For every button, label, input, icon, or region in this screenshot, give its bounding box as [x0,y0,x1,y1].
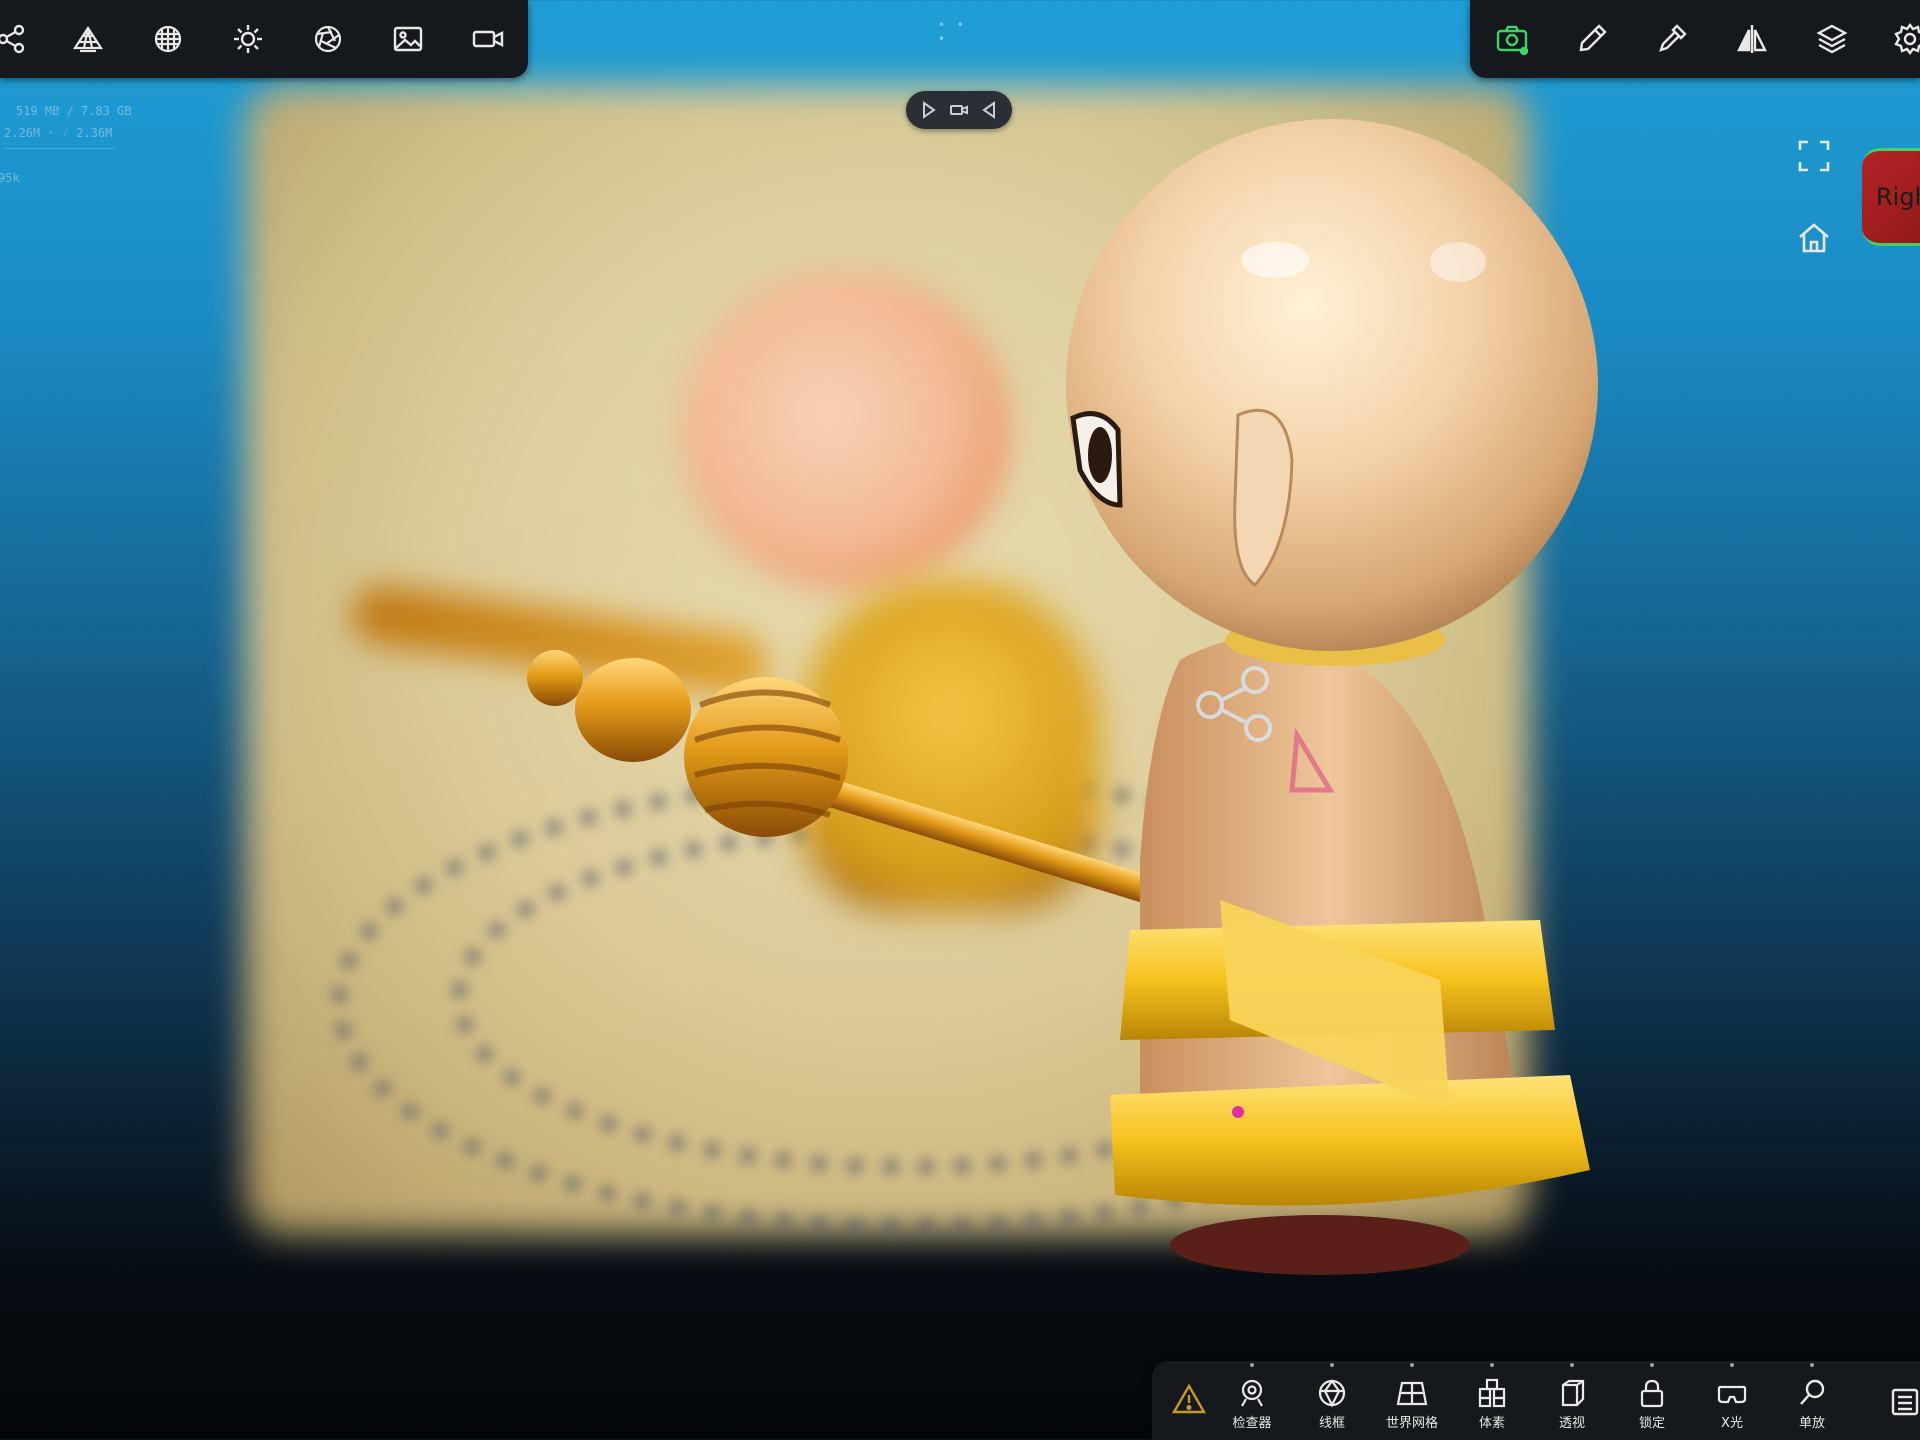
bottom-toolbar: 检查器 线框 世界网格 体素 透视 锁定 X光 单放 [1152,1361,1920,1440]
sculpt-mesh-icon[interactable] [68,19,108,59]
pivot-point[interactable] [1232,1106,1244,1118]
perspective-label: 透视 [1558,1416,1585,1431]
indicator-dot [1410,1363,1414,1367]
xray-label: X光 [1721,1416,1743,1431]
staff-ornament-small [575,658,691,762]
xray-icon [1717,1385,1747,1404]
voxel-label: 体素 [1478,1416,1505,1431]
zoom-icon [1800,1379,1825,1405]
camera-capture-icon[interactable] [1492,19,1532,59]
monk-figure-model[interactable] [0,0,1920,1440]
view-cube-label: Right [1876,183,1920,211]
stats-divider [4,148,114,149]
play-backward-icon[interactable] [978,99,1000,121]
perspective-button[interactable]: 透视 [1534,1361,1610,1440]
video-camera-icon[interactable] [468,19,508,59]
figure-feet [1170,1215,1470,1275]
home-icon[interactable] [1794,218,1834,258]
top-right-toolbar [1470,0,1920,78]
layers-icon[interactable] [1812,19,1852,59]
vertex-stat: 2.26M · ⁄ 2.36M [4,126,113,140]
stats-overlay: 519 MB / 7.83 GB 2.26M · ⁄ 2.36M 95k [0,100,132,189]
indicator-dot [1810,1363,1814,1367]
world-grid-label: 世界网格 [1385,1416,1438,1431]
top-left-toolbar [0,0,528,78]
material-sphere-icon[interactable] [148,19,188,59]
symmetry-icon[interactable] [1732,19,1772,59]
view-cube[interactable]: Right [1862,148,1920,246]
settings-icon[interactable] [1890,19,1920,59]
warning-icon[interactable] [1171,1383,1207,1415]
pipette-icon[interactable] [1652,19,1692,59]
menu-icon[interactable] [1890,1386,1920,1418]
indicator-dot [1570,1363,1574,1367]
world-grid-icon [1396,1381,1428,1406]
indicator-dot [1730,1363,1734,1367]
robe-band-lower [1110,1075,1590,1206]
voxel-button[interactable]: 体素 [1454,1361,1530,1440]
playback-controls [906,91,1012,129]
wireframe-label: 线框 [1318,1416,1345,1431]
play-forward-icon[interactable] [918,99,940,121]
camera-view-icon[interactable] [948,99,970,121]
drag-handle[interactable]: • • • [938,18,982,46]
indicator-dot [1490,1363,1494,1367]
fps-stat: 95k [0,171,20,185]
perspective-icon [1561,1379,1585,1407]
share-nodes-icon[interactable] [0,19,32,59]
xray-button[interactable]: X光 [1694,1361,1770,1440]
wireframe-icon [1318,1379,1346,1408]
memory-stat: 519 MB / 7.83 GB [16,104,132,118]
image-icon[interactable] [388,19,428,59]
brush-icon[interactable] [1572,19,1612,59]
aperture-icon[interactable] [308,19,348,59]
sun-light-icon[interactable] [228,19,268,59]
fullscreen-icon[interactable] [1794,136,1834,176]
indicator-dot [1330,1363,1334,1367]
figure-body [1140,637,1520,1140]
zoom-button[interactable]: 单放 [1774,1361,1850,1440]
world-grid-button[interactable]: 世界网格 [1374,1361,1450,1440]
inspector-label: 检查器 [1232,1416,1272,1431]
zoom-label: 单放 [1798,1416,1825,1431]
lock-button[interactable]: 锁定 [1614,1361,1690,1440]
wireframe-button[interactable]: 线框 [1294,1361,1370,1440]
voxel-icon [1478,1378,1506,1408]
lock-icon [1640,1379,1664,1408]
lock-label: 锁定 [1638,1416,1665,1431]
indicator-dot [1250,1363,1254,1367]
inspector-icon [1241,1379,1263,1407]
3d-viewport[interactable] [0,0,1920,1440]
inspector-button[interactable]: 检查器 [1214,1361,1290,1440]
indicator-dot [1650,1363,1654,1367]
figure-head [1066,119,1598,651]
staff-tip [527,650,583,706]
